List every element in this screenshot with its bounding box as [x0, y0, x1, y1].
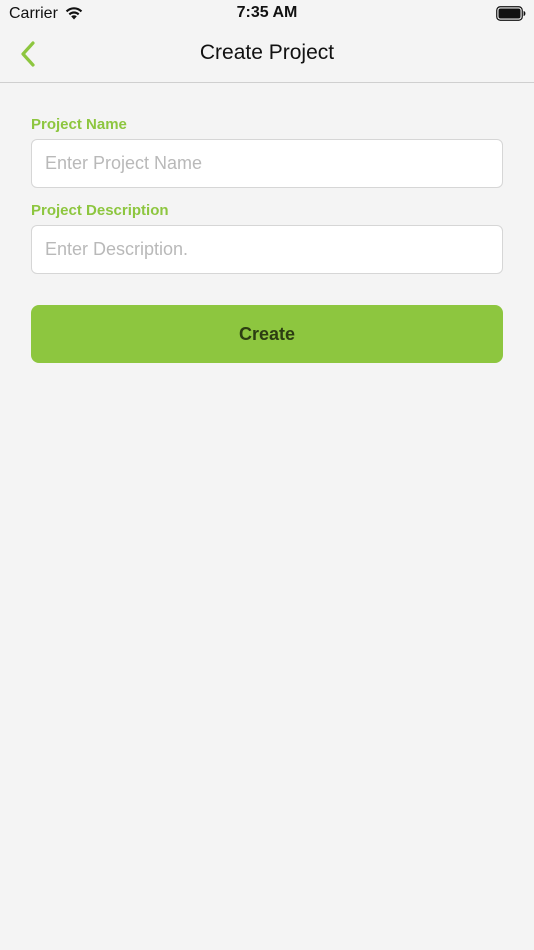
project-description-input[interactable] [31, 225, 503, 274]
project-description-group: Project Description [31, 200, 503, 274]
project-name-label: Project Name [31, 116, 127, 133]
page-title: Create Project [199, 41, 335, 64]
navigation-bar: Create Project [0, 28, 534, 83]
clock-time: 7:35 AM [236, 4, 298, 21]
battery-icon [496, 6, 526, 21]
project-description-label: Project Description [31, 202, 169, 219]
status-bar: Carrier 7:35 AM [0, 0, 534, 28]
create-project-form: Project Name Project Description Create [31, 114, 503, 363]
project-name-input[interactable] [31, 139, 503, 188]
create-project-screen: Carrier 7:35 AM Create Project Project N… [0, 0, 534, 950]
create-button[interactable]: Create [31, 305, 503, 363]
project-name-group: Project Name [31, 114, 503, 188]
